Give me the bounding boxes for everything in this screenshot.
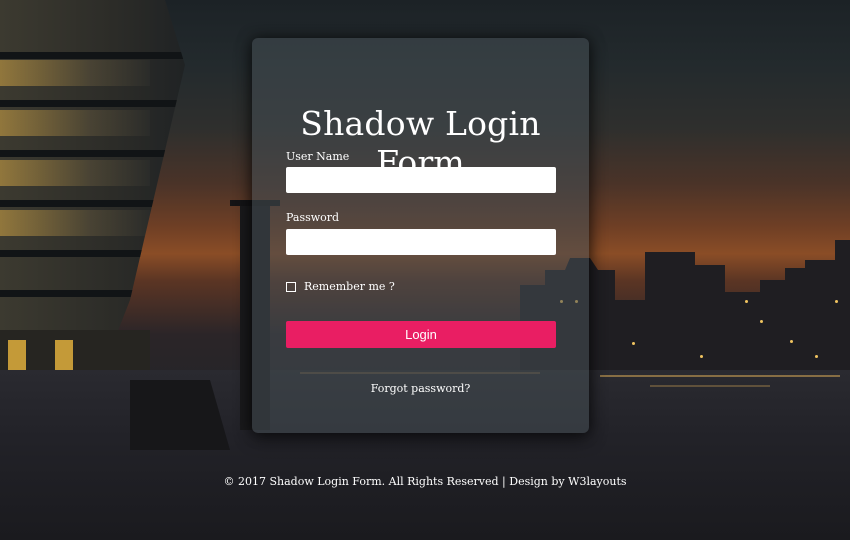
- login-button[interactable]: Login: [286, 321, 556, 348]
- background-photo: Shadow Login Form User Name Password Rem…: [0, 0, 850, 540]
- username-input[interactable]: [286, 167, 556, 193]
- username-label: User Name: [286, 150, 350, 163]
- remember-me-checkbox[interactable]: [286, 281, 296, 292]
- remember-me-row[interactable]: Remember me ?: [286, 280, 395, 293]
- login-card: Shadow Login Form User Name Password Rem…: [252, 38, 589, 433]
- forgot-password-link[interactable]: Forgot password?: [252, 382, 589, 395]
- footer-copyright: © 2017 Shadow Login Form. All Rights Res…: [223, 475, 569, 488]
- password-input[interactable]: [286, 229, 556, 255]
- footer: © 2017 Shadow Login Form. All Rights Res…: [0, 475, 850, 488]
- password-label: Password: [286, 211, 340, 224]
- footer-designer-link[interactable]: W3layouts: [568, 475, 626, 488]
- remember-me-label[interactable]: Remember me ?: [304, 280, 395, 293]
